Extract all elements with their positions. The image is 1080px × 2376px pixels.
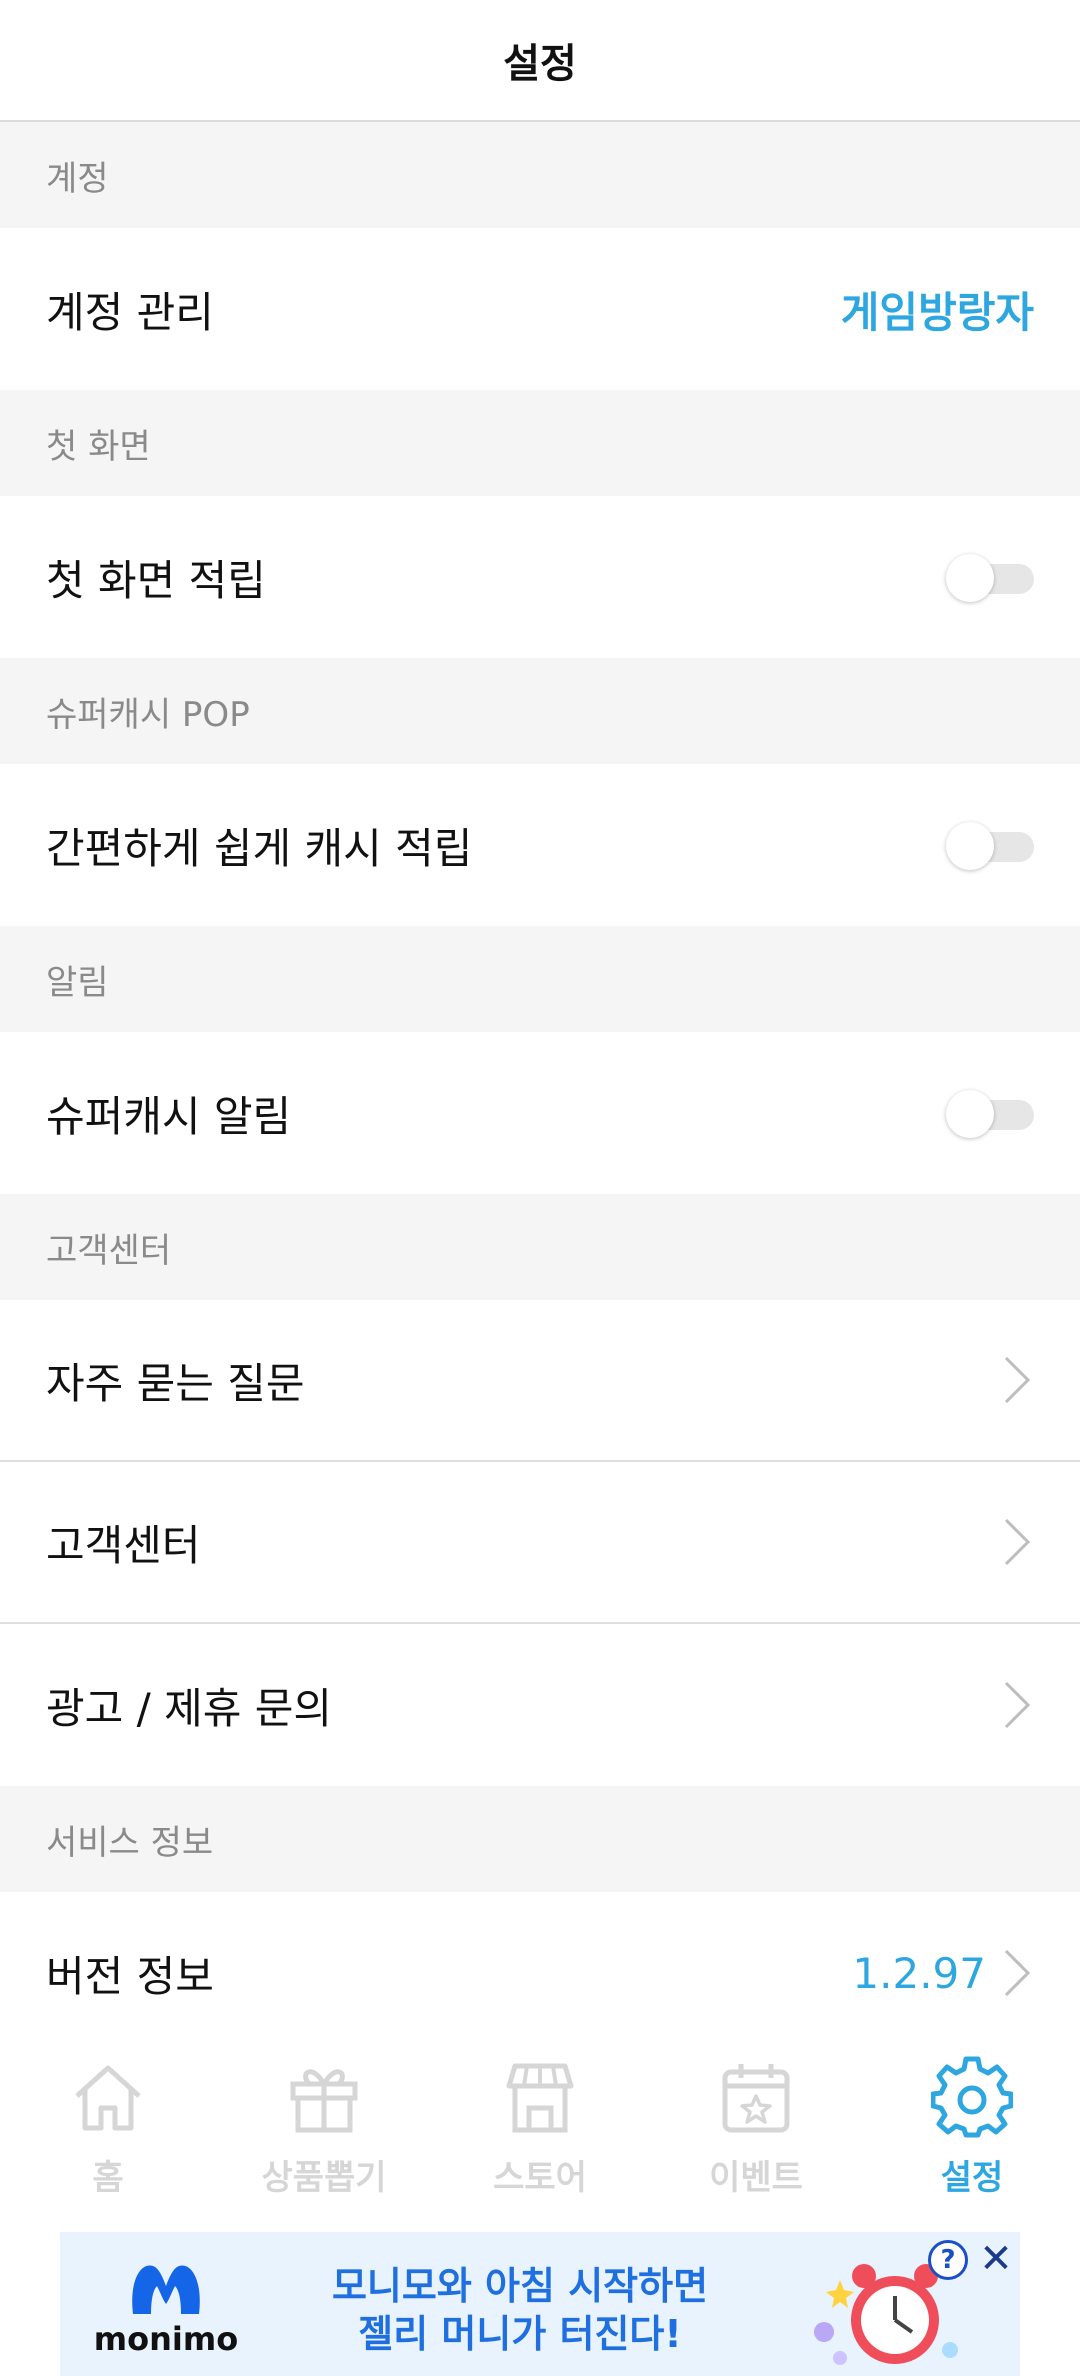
first-screen-reward-row: 첫 화면 적립 — [0, 496, 1080, 658]
supercash-alarm-row: 슈퍼캐시 알림 — [0, 1032, 1080, 1194]
tab-home[interactable]: 홈 — [8, 2056, 208, 2199]
easy-cash-reward-row: 간편하게 쉽게 캐시 적립 — [0, 764, 1080, 926]
tab-label: 홈 — [92, 2158, 124, 2198]
page-title: 설정 — [503, 41, 577, 87]
section-header-support: 고객센터 — [0, 1194, 1080, 1300]
ad-close-button[interactable]: ✕ — [976, 2236, 1016, 2282]
tab-label: 스토어 — [493, 2158, 587, 2198]
row-label: 간편하게 쉽게 캐시 적립 — [46, 823, 473, 873]
row-label: 슈퍼캐시 알림 — [46, 1091, 292, 1141]
top-header: 설정 — [0, 0, 1080, 122]
easy-cash-toggle[interactable] — [946, 820, 1034, 870]
section-header-first-screen: 첫 화면 — [0, 390, 1080, 496]
tab-label: 이벤트 — [709, 2158, 803, 2198]
version-number: 1.2.97 — [852, 1948, 986, 1998]
chevron-right-icon — [1004, 1949, 1031, 1997]
faq-row[interactable]: 자주 묻는 질문 — [0, 1300, 1080, 1462]
chevron-right-icon — [1004, 1356, 1031, 1404]
row-label: 자주 묻는 질문 — [46, 1358, 305, 1408]
gear-icon — [931, 2056, 1013, 2138]
section-label: 첫 화면 — [46, 426, 151, 467]
first-screen-toggle[interactable] — [946, 552, 1034, 602]
section-label: 알림 — [46, 962, 109, 1003]
settings-list: 계정 계정 관리 게임방랑자 첫 화면 첫 화면 적립 슈퍼캐시 POP 간편하… — [0, 122, 1080, 2054]
section-header-account: 계정 — [0, 122, 1080, 228]
ad-line-2: 젤리 머니가 터진다! — [358, 2312, 682, 2356]
section-label: 서비스 정보 — [46, 1822, 214, 1863]
ad-banner[interactable]: monimo 모니모와 아침 시작하면 젤리 머니가 터진다! ? ✕ — [60, 2232, 1020, 2376]
tab-settings[interactable]: 설정 — [872, 2056, 1072, 2199]
bottom-tab-bar: 홈 상품뽑기 스토어 이벤트 설정 — [0, 2030, 1080, 2230]
ad-info-button[interactable]: ? — [928, 2240, 968, 2280]
tab-label: 설정 — [940, 2158, 1004, 2198]
home-icon — [75, 2065, 141, 2131]
calendar-star-icon — [722, 2064, 790, 2133]
monimo-logo: monimo — [86, 2260, 246, 2370]
section-header-service-info: 서비스 정보 — [0, 1786, 1080, 1892]
row-label: 버전 정보 — [46, 1951, 214, 2001]
chevron-right-icon — [1004, 1681, 1031, 1729]
section-header-supercash-pop: 슈퍼캐시 POP — [0, 658, 1080, 764]
account-name: 게임방랑자 — [840, 287, 1034, 337]
store-icon — [506, 2063, 574, 2133]
monimo-m-icon — [132, 2265, 200, 2314]
account-management-row[interactable]: 계정 관리 게임방랑자 — [0, 228, 1080, 390]
customer-center-row[interactable]: 고객센터 — [0, 1462, 1080, 1624]
tab-prize-draw[interactable]: 상품뽑기 — [224, 2056, 424, 2199]
section-label: 슈퍼캐시 POP — [46, 694, 250, 735]
row-label: 광고 / 제휴 문의 — [46, 1683, 333, 1733]
ad-copy: 모니모와 아침 시작하면 젤리 머니가 터진다! — [270, 2262, 770, 2358]
tab-event[interactable]: 이벤트 — [656, 2056, 856, 2199]
section-label: 고객센터 — [46, 1230, 172, 1271]
ad-partnership-row[interactable]: 광고 / 제휴 문의 — [0, 1624, 1080, 1786]
alarm-toggle[interactable] — [946, 1088, 1034, 1138]
section-header-alarm: 알림 — [0, 926, 1080, 1032]
row-label: 고객센터 — [46, 1520, 201, 1570]
tab-store[interactable]: 스토어 — [440, 2056, 640, 2199]
row-label: 계정 관리 — [46, 287, 214, 337]
ad-line-1: 모니모와 아침 시작하면 — [331, 2264, 709, 2308]
chevron-right-icon — [1004, 1518, 1031, 1566]
row-label: 첫 화면 적립 — [46, 555, 266, 605]
section-label: 계정 — [46, 158, 109, 199]
tab-label: 상품뽑기 — [261, 2158, 387, 2198]
gift-icon — [290, 2069, 358, 2133]
